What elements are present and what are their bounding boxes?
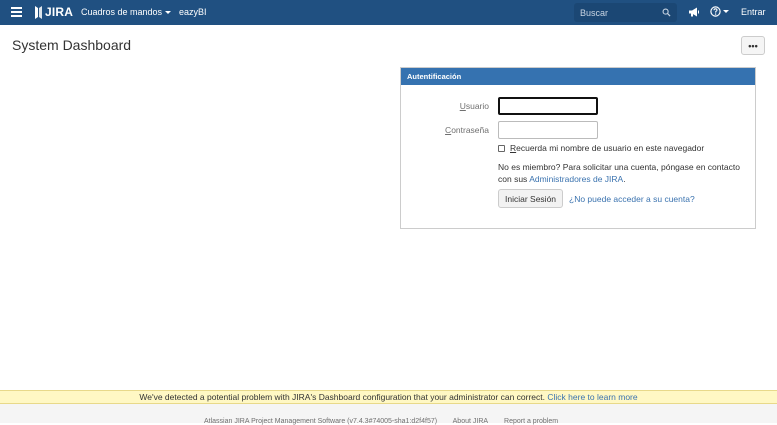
megaphone-icon[interactable] xyxy=(688,6,700,18)
app-switcher-menu-icon[interactable] xyxy=(11,7,22,17)
help-icon xyxy=(710,6,721,17)
top-navigation-bar: JIRA Cuadros de mandos eazyBI Entrar xyxy=(0,0,777,25)
learn-more-link[interactable]: Click here to learn more xyxy=(547,392,637,402)
footer-product-info[interactable]: Atlassian JIRA Project Management Softwa… xyxy=(204,418,437,425)
remember-me-checkbox[interactable] xyxy=(498,144,505,152)
footer-report-link[interactable]: Report a problem xyxy=(504,418,558,425)
forgot-account-link[interactable]: ¿No puede acceder a su cuenta? xyxy=(569,194,695,204)
page-title: System Dashboard xyxy=(12,37,132,53)
jira-logo[interactable]: JIRA xyxy=(34,5,73,19)
warning-message: We've detected a potential problem with … xyxy=(139,392,546,402)
remember-me-row: Recuerda mi nombre de usuario en este na… xyxy=(498,143,704,153)
chevron-down-icon xyxy=(165,11,172,15)
more-options-button[interactable]: ••• xyxy=(741,36,765,55)
help-dropdown[interactable] xyxy=(710,6,730,18)
username-field[interactable] xyxy=(498,97,598,115)
login-gadget-title: Autentificación xyxy=(401,68,755,85)
password-label: Contraseña xyxy=(445,125,489,135)
footer-about-link[interactable]: About JIRA xyxy=(453,418,488,425)
nav-eazybi[interactable]: eazyBI xyxy=(179,7,207,17)
signup-info-text: No es miembro? Para solicitar una cuenta… xyxy=(498,162,740,184)
login-gadget: Autentificación Usuario Contraseña Recue… xyxy=(400,67,756,229)
login-button[interactable]: Iniciar Sesión xyxy=(498,189,564,208)
search-input[interactable] xyxy=(580,7,660,18)
dashboard-warning-banner: We've detected a potential problem with … xyxy=(0,390,777,404)
logo-text: JIRA xyxy=(45,5,74,19)
search-box xyxy=(574,3,677,22)
username-label: Usuario xyxy=(459,101,489,111)
jira-logo-icon xyxy=(35,5,42,19)
password-field[interactable] xyxy=(498,121,598,139)
administrators-link[interactable]: Administradores de JIRA xyxy=(529,174,623,184)
nav-dashboards-dropdown[interactable]: Cuadros de mandos xyxy=(81,7,172,17)
footer: Atlassian JIRA Project Management Softwa… xyxy=(0,404,777,425)
remember-me-label[interactable]: Recuerda mi nombre de usuario en este na… xyxy=(510,143,704,153)
search-icon[interactable] xyxy=(662,8,671,17)
footer-links: Atlassian JIRA Project Management Softwa… xyxy=(204,418,572,425)
nav-dashboards-label: Cuadros de mandos xyxy=(81,7,163,17)
login-link[interactable]: Entrar xyxy=(741,7,766,17)
chevron-down-icon xyxy=(723,10,729,13)
